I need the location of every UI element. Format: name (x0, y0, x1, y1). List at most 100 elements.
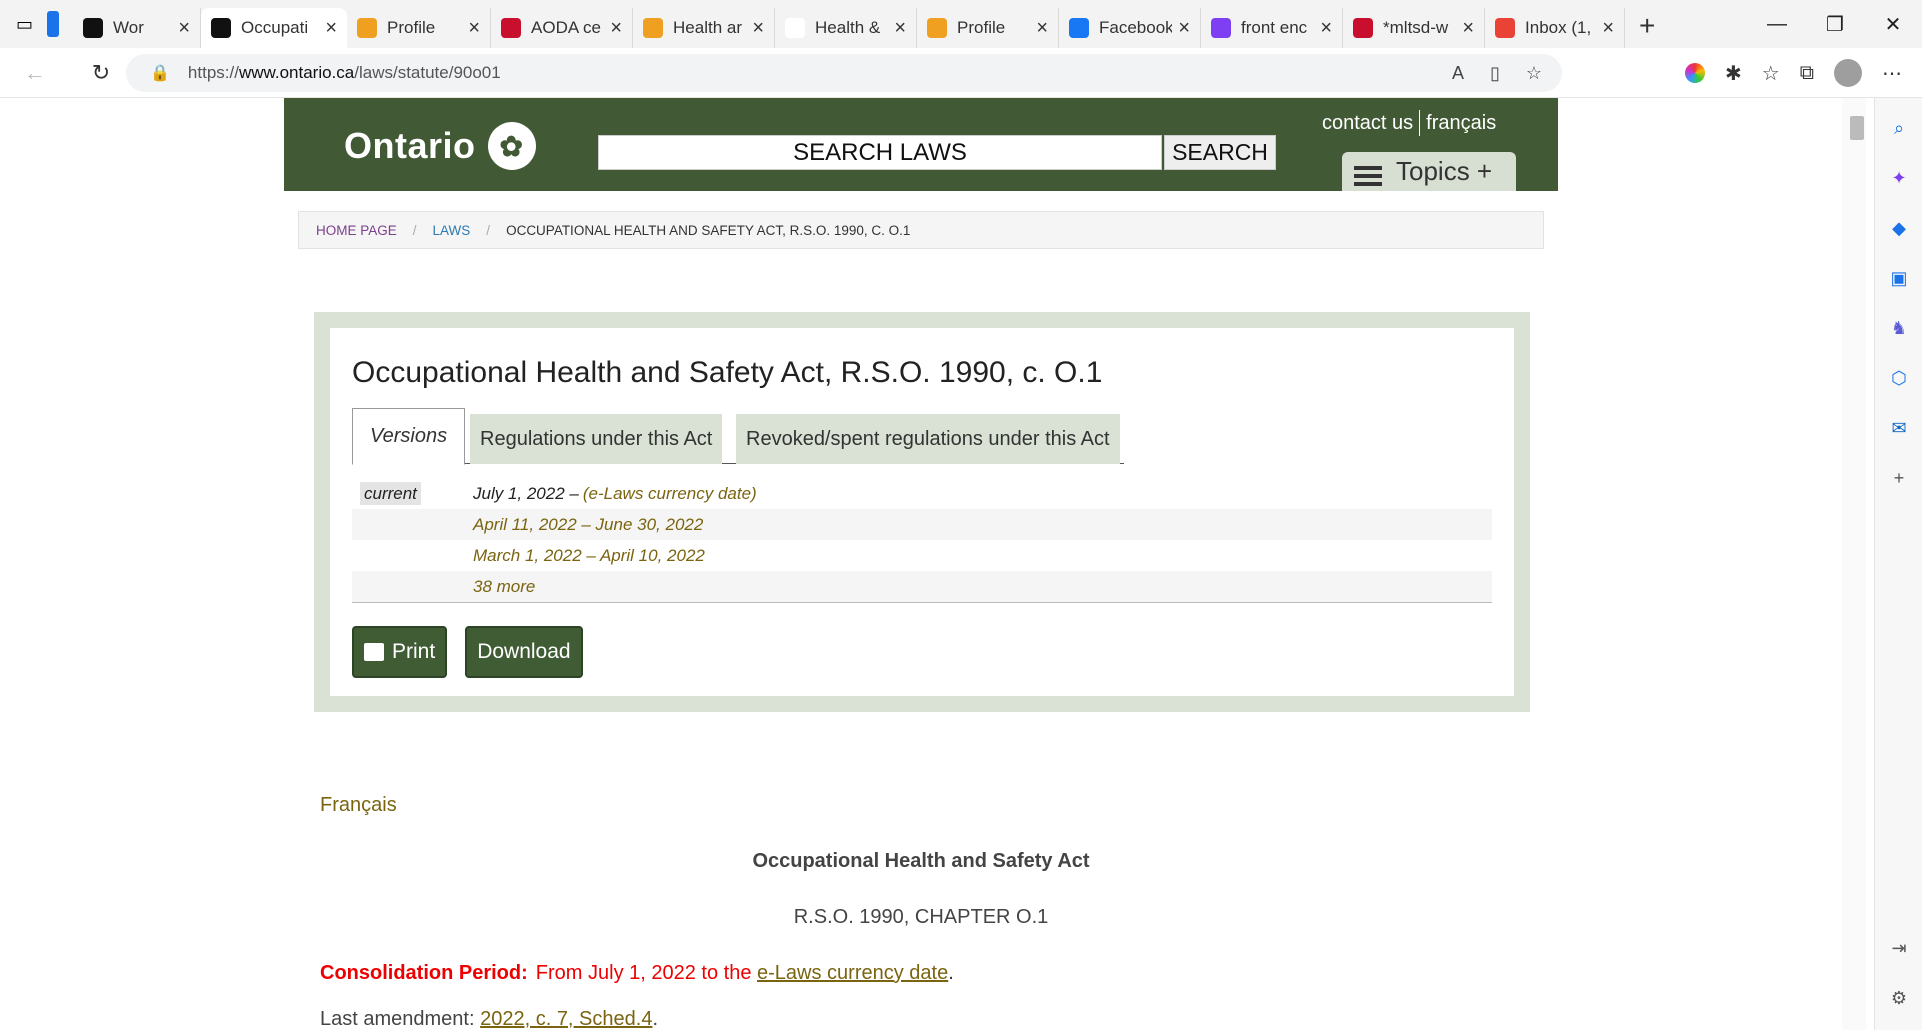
refresh-icon[interactable]: ↻ (78, 50, 124, 96)
immersive-reader-icon[interactable]: ▯ (1490, 63, 1500, 84)
browser-tab[interactable]: Wor × (73, 8, 202, 48)
workspaces-icon[interactable] (47, 11, 60, 37)
download-button[interactable]: Download (465, 626, 583, 678)
header-links: contact us français (1322, 110, 1496, 136)
tab-close-icon[interactable]: × (1320, 17, 1332, 40)
tab-favicon-icon (1211, 18, 1232, 38)
copilot-icon[interactable]: ✦ (1887, 166, 1911, 190)
last-amendment-label: Last amendment: (320, 1008, 481, 1030)
tab-close-icon[interactable]: × (610, 17, 622, 40)
read-aloud-icon[interactable]: A (1452, 63, 1464, 84)
restore-icon[interactable]: ❐ (1806, 0, 1864, 48)
tab-close-icon[interactable]: × (752, 17, 764, 40)
url-prefix: https:// (187, 63, 239, 82)
version-link[interactable]: March 1, 2022 – April 10, 2022 (473, 546, 705, 566)
print-button[interactable]: Print (352, 626, 448, 678)
collections-icon[interactable]: ⧉ (1800, 62, 1814, 85)
tab-regulations[interactable]: Regulations under this Act (470, 414, 723, 464)
shopping-tag-icon[interactable]: ◆ (1887, 216, 1911, 240)
currency-date-link[interactable]: (e-Laws currency date) (583, 484, 757, 504)
tab-close-icon[interactable]: × (325, 17, 337, 40)
consolidation-period: Consolidation Period: From July 1, 2022 t… (320, 962, 954, 985)
add-favorite-icon[interactable]: ☆ (1526, 63, 1542, 84)
tab-favicon-icon (927, 18, 948, 38)
tab-title: Inbox (1, (1525, 18, 1592, 37)
tab-close-icon[interactable]: × (1036, 17, 1048, 40)
page-scrollbar[interactable] (1842, 98, 1866, 1030)
tab-actions: ▭ (0, 0, 60, 48)
act-title: Occupational Health and Safety Act, R.S.… (352, 356, 1103, 389)
act-tabs: Versions Regulations under this Act Revo… (352, 408, 1124, 465)
hide-sidebar-icon[interactable]: ⇥ (1887, 936, 1911, 960)
color-extension-icon[interactable] (1685, 63, 1706, 83)
minimize-icon[interactable]: — (1748, 0, 1806, 48)
browser-tab[interactable]: Facebook × (1059, 8, 1202, 48)
scrollbar-thumb[interactable] (1850, 116, 1864, 140)
tab-close-icon[interactable]: × (1178, 17, 1190, 40)
url-path: /laws/statute/90o01 (354, 63, 501, 82)
last-amendment-link[interactable]: 2022, c. 7, Sched.4 (480, 1008, 652, 1030)
act-card: Occupational Health and Safety Act, R.S.… (330, 328, 1514, 696)
printer-icon (364, 643, 384, 661)
tools-icon[interactable]: ▣ (1887, 266, 1911, 290)
browser-tab[interactable]: front enc × (1201, 8, 1344, 48)
consolidation-end: . (948, 962, 954, 984)
browser-tab[interactable]: AODA ce × (491, 8, 634, 48)
back-icon[interactable]: ← (12, 50, 58, 96)
tab-close-icon[interactable]: × (1602, 17, 1614, 40)
search-icon[interactable]: ⌕ (1887, 116, 1911, 140)
ontario-logo[interactable]: Ontario ✿ (344, 122, 536, 170)
contact-us-link[interactable]: contact us (1322, 112, 1413, 135)
tab-close-icon[interactable]: × (894, 17, 906, 40)
version-link[interactable]: April 11, 2022 – June 30, 2022 (473, 515, 703, 535)
tab-revoked-regulations[interactable]: Revoked/spent regulations under this Act (736, 414, 1120, 464)
search-input[interactable]: SEARCH LAWS (598, 135, 1162, 170)
office-icon[interactable]: ⬡ (1887, 366, 1911, 390)
topics-menu-button[interactable]: Topics + (1342, 152, 1516, 191)
more-menu-icon[interactable]: ⋯ (1882, 61, 1902, 86)
games-icon[interactable]: ♞ (1887, 316, 1911, 340)
versions-list: current July 1, 2022 – (e-Laws currency … (352, 478, 1492, 603)
browser-tab[interactable]: Profile × (347, 8, 492, 48)
more-versions-link[interactable]: 38 more (473, 577, 535, 597)
tab-close-icon[interactable]: × (178, 17, 190, 40)
browser-tab[interactable]: Occupati × (201, 8, 348, 48)
tab-strip: ▭ Wor × Occupati × Profile × AODA ce × Health ar… (0, 0, 1922, 48)
browser-tab[interactable]: Inbox (1, × (1485, 8, 1626, 48)
profile-avatar[interactable] (1834, 59, 1862, 87)
currency-date-link[interactable]: e-Laws currency date (757, 962, 948, 984)
outlook-icon[interactable]: ✉ (1887, 416, 1911, 440)
settings-gear-icon[interactable]: ⚙ (1887, 986, 1911, 1010)
lock-icon[interactable]: 🔒 (150, 63, 170, 83)
browser-tab[interactable]: *mltsd-w × (1343, 8, 1486, 48)
tab-title: front enc (1241, 18, 1308, 37)
act-panel: Occupational Health and Safety Act, R.S.… (314, 312, 1530, 712)
browser-tab[interactable]: Health & × (775, 8, 918, 48)
search-button[interactable]: SEARCH (1164, 135, 1276, 170)
tab-close-icon[interactable]: × (468, 17, 480, 40)
browser-tab[interactable]: Profile × (917, 8, 1060, 48)
print-label: Print (392, 640, 436, 663)
close-window-icon[interactable]: ✕ (1864, 0, 1922, 48)
address-bar[interactable]: 🔒 https://www.ontario.ca/laws/statute/90… (126, 54, 1562, 92)
url-actions: A ▯ ☆ (1452, 63, 1542, 84)
url-text[interactable]: https://www.ontario.ca/laws/statute/90o0… (188, 63, 501, 83)
tab-title: AODA ce (531, 18, 601, 37)
browser-tab[interactable]: Health ar × (633, 8, 776, 48)
toolbar-right: ✱ ☆ ⧉ ⋯ (1685, 48, 1922, 98)
tab-favicon-icon (357, 18, 378, 38)
add-sidebar-app-icon[interactable]: + (1887, 466, 1911, 490)
link-divider (1419, 110, 1421, 136)
breadcrumb-laws[interactable]: LAWS (433, 223, 471, 238)
tab-close-icon[interactable]: × (1462, 17, 1474, 40)
tab-favicon-icon (1353, 18, 1374, 38)
new-tab-button[interactable]: + (1639, 10, 1655, 42)
extensions-icon[interactable]: ✱ (1725, 61, 1742, 86)
tab-favicon-icon (785, 18, 806, 38)
francais-link[interactable]: Français (320, 794, 397, 817)
breadcrumb-home[interactable]: HOME PAGE (316, 223, 397, 238)
french-link[interactable]: français (1426, 112, 1496, 135)
tab-versions[interactable]: Versions (352, 408, 466, 465)
favorites-icon[interactable]: ☆ (1762, 61, 1780, 86)
tab-actions-icon[interactable]: ▭ (16, 14, 33, 35)
